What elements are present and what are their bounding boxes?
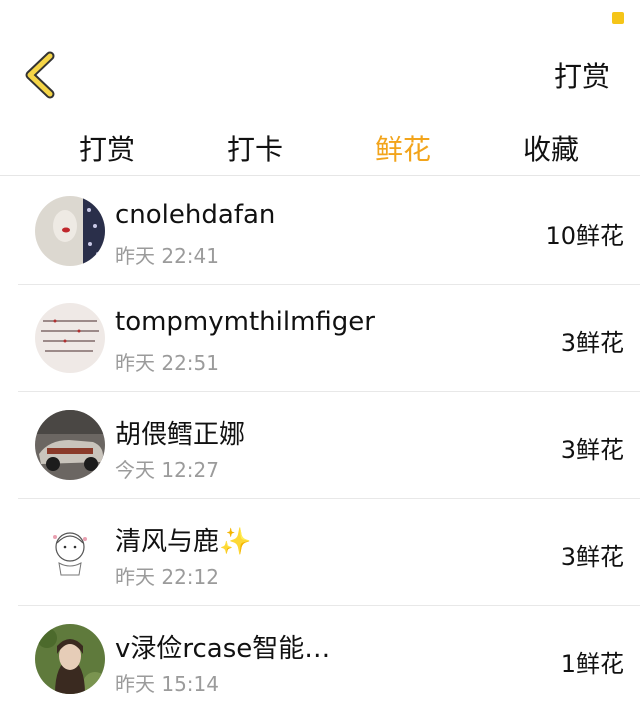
flower-count: 3鲜花 <box>560 543 624 571</box>
user-name: 胡偎鳕正娜 <box>115 420 246 450</box>
list-item[interactable]: v渌俭rcase智能… 昨天 15:14 1鲜花 <box>0 606 640 713</box>
tab-reward[interactable]: 打赏 <box>79 128 135 168</box>
tab-flowers[interactable]: 鲜花 <box>375 128 431 168</box>
timestamp: 昨天 22:12 <box>115 565 219 589</box>
flower-count: 1鲜花 <box>560 650 624 678</box>
user-name: cnolehdafan <box>115 200 276 230</box>
flower-count: 3鲜花 <box>560 329 624 357</box>
avatar <box>35 303 105 373</box>
tab-checkin[interactable]: 打卡 <box>227 128 283 168</box>
avatar <box>35 410 105 480</box>
timestamp: 昨天 15:14 <box>115 672 219 696</box>
avatar <box>35 196 105 266</box>
flower-count: 3鲜花 <box>560 436 624 464</box>
user-name: v渌俭rcase智能… <box>115 634 331 664</box>
list-item[interactable]: tompmymthilmfiger 昨天 22:51 3鲜花 <box>0 285 640 392</box>
user-name: tompmymthilmfiger <box>115 307 375 337</box>
tab-favorites[interactable]: 收藏 <box>523 128 579 168</box>
timestamp: 昨天 22:41 <box>115 244 219 268</box>
timestamp: 今天 12:27 <box>115 458 219 482</box>
list-item[interactable]: 清风与鹿✨ 昨天 22:12 3鲜花 <box>0 499 640 606</box>
flower-list: cnolehdafan 昨天 22:41 10鲜花 tompmymthilmfi… <box>0 178 640 713</box>
list-item[interactable]: 胡偎鳕正娜 今天 12:27 3鲜花 <box>0 392 640 499</box>
tab-bar: 打赏 打卡 鲜花 收藏 <box>0 118 640 176</box>
back-button[interactable] <box>20 50 64 100</box>
top-bar: 打赏 <box>0 0 640 112</box>
chevron-left-icon <box>25 51 55 99</box>
user-name: 清风与鹿✨ <box>115 527 252 557</box>
list-item[interactable]: cnolehdafan 昨天 22:41 10鲜花 <box>0 178 640 285</box>
flower-count: 10鲜花 <box>545 222 624 250</box>
avatar <box>35 517 105 587</box>
reward-button[interactable]: 打赏 <box>554 55 610 95</box>
timestamp: 昨天 22:51 <box>115 351 219 375</box>
avatar <box>35 624 105 694</box>
